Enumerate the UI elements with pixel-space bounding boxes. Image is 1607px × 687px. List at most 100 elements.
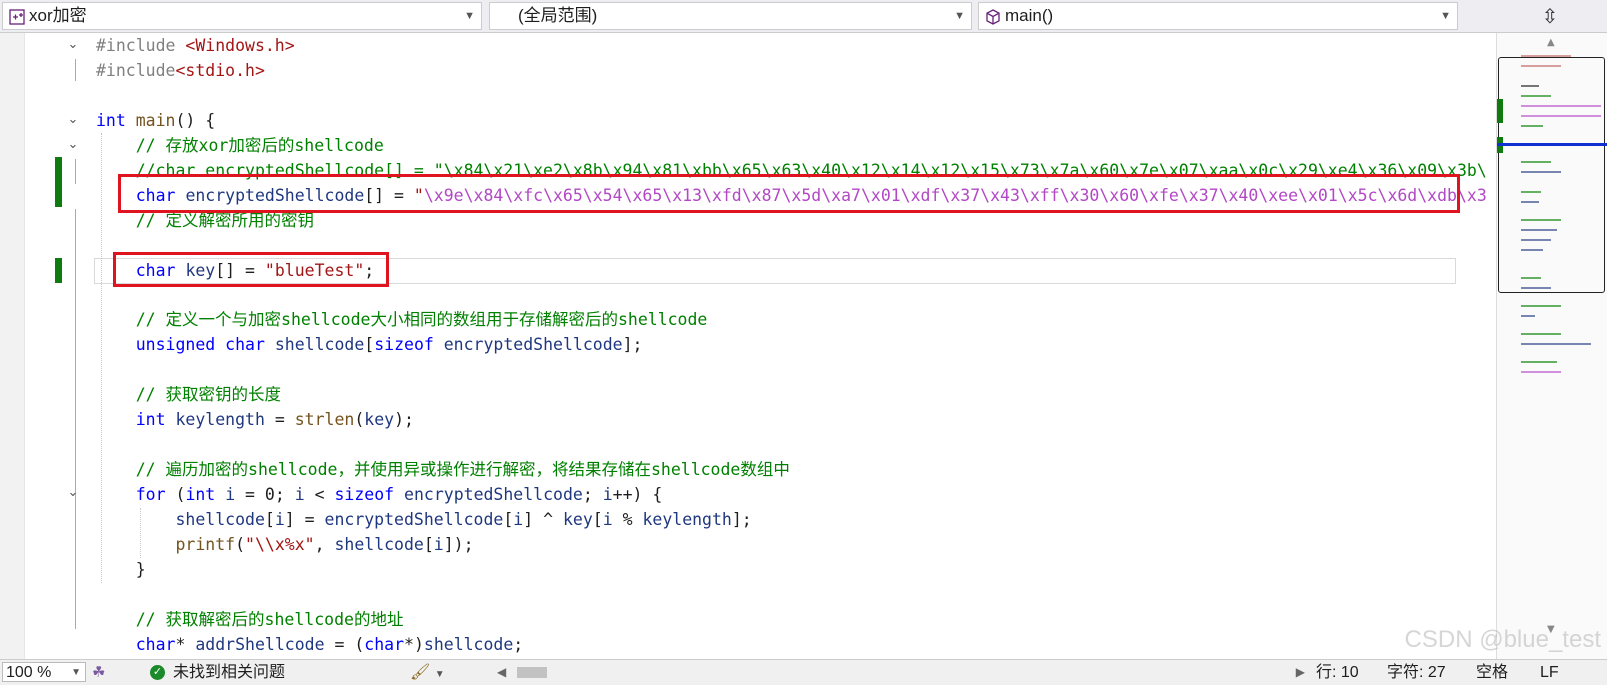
line-indicator[interactable]: 行: 10: [1316, 660, 1359, 685]
code-token: int: [135, 410, 166, 430]
minimap-line: [1521, 315, 1535, 317]
scroll-right-icon[interactable]: ▶: [1296, 660, 1305, 685]
code-token: = 0;: [235, 485, 295, 505]
code-line[interactable]: printf("\\x%x", shellcode[i]);: [96, 532, 474, 557]
code-token: keylength: [175, 410, 265, 430]
code-editor[interactable]: #include <Windows.h> #include<stdio.h> int…: [96, 33, 1496, 659]
code-line[interactable]: unsigned char shellcode[sizeof encrypted…: [96, 332, 643, 357]
code-line[interactable]: #include <Windows.h>: [96, 33, 295, 58]
code-token: shellcode: [274, 335, 365, 355]
minimap-line: [1521, 333, 1561, 335]
code-token: ] ^: [523, 510, 563, 530]
code-token: "\\x%x": [245, 535, 315, 554]
code-line[interactable]: shellcode[i] = encryptedShellcode[i] ^ k…: [96, 507, 752, 532]
code-line[interactable]: for (int i = 0; i < sizeof encryptedShel…: [96, 482, 663, 507]
code-token: ];: [731, 510, 752, 530]
scroll-left-icon[interactable]: ◀: [497, 660, 506, 685]
fold-toggle-icon[interactable]: ⌄: [65, 485, 81, 500]
caret-position-marker: [1497, 143, 1607, 146]
code-token: );: [394, 410, 414, 430]
code-line[interactable]: // 获取解密后的shellcode的地址: [96, 607, 404, 632]
issues-text: 未找到相关问题: [173, 664, 286, 681]
code-line[interactable]: char* addrShellcode = (char*)shellcode;: [96, 632, 523, 657]
code-token: char: [135, 634, 176, 654]
minimap-line: [1521, 239, 1551, 241]
code-line[interactable]: // 获取密钥的长度: [96, 382, 281, 407]
minimap-line: [1521, 201, 1539, 203]
minimap-line: [1521, 305, 1561, 307]
project-dropdown[interactable]: xor加密 ▼: [2, 2, 482, 30]
code-cleanup-icon[interactable]: 🖌 ▼: [410, 660, 445, 687]
fold-toggle-icon[interactable]: ⌄: [65, 137, 81, 152]
char-indicator[interactable]: 字符: 27: [1387, 660, 1446, 685]
split-window-button[interactable]: ⇳: [1495, 2, 1605, 30]
code-token: sizeof: [334, 485, 395, 505]
code-token: (: [165, 485, 186, 505]
code-token: <Windows.h>: [185, 36, 295, 55]
code-token: ;: [513, 634, 524, 654]
code-token: shellcode: [334, 535, 424, 554]
code-token: (: [354, 410, 365, 430]
code-token: char: [364, 634, 405, 654]
code-token: i: [513, 510, 524, 530]
code-line[interactable]: #include<stdio.h>: [96, 58, 265, 83]
member-dropdown[interactable]: main() ▼: [978, 2, 1458, 30]
code-token: keylength: [642, 510, 732, 530]
member-label: main(): [1005, 6, 1054, 25]
code-token: <: [304, 485, 335, 505]
issues-indicator[interactable]: ✓ 未找到相关问题: [150, 660, 285, 685]
cube-icon: [985, 7, 1001, 25]
code-token: encryptedShellcode: [324, 510, 504, 530]
code-token: ];: [622, 335, 643, 355]
code-token: [: [423, 535, 434, 554]
minimap-line: [1521, 55, 1571, 57]
code-token: [: [364, 335, 375, 355]
code-token: ]);: [443, 535, 474, 554]
intellicode-icon[interactable]: ☘: [92, 660, 105, 685]
code-line[interactable]: // 存放xor加密后的shellcode: [96, 133, 384, 158]
code-token: <stdio.h>: [175, 60, 265, 80]
code-token: = (: [324, 634, 365, 654]
code-token: [: [592, 510, 603, 530]
whitespace-indicator[interactable]: 空格: [1476, 660, 1508, 685]
code-line[interactable]: int keylength = strlen(key);: [96, 407, 414, 432]
code-line[interactable]: int main() {: [96, 108, 215, 133]
fold-toggle-icon[interactable]: ⌄: [65, 112, 81, 127]
minimap-scrollbar[interactable]: ▲ ▼: [1496, 33, 1607, 659]
code-token: ,: [314, 535, 335, 554]
code-token: () {: [175, 110, 216, 130]
change-indicator: [55, 157, 62, 207]
change-marker: [1497, 99, 1503, 123]
minimap-line: [1521, 105, 1601, 107]
code-token: i: [602, 510, 613, 530]
line-ending-indicator[interactable]: LF: [1540, 660, 1559, 685]
minimap-viewport[interactable]: [1498, 57, 1605, 293]
minimap-line: [1521, 125, 1543, 127]
watermark: CSDN @blue_test: [1404, 626, 1601, 653]
code-line[interactable]: // 遍历加密的shellcode，并使用异或操作进行解密，将结果存储在shel…: [96, 457, 790, 482]
code-token: main: [135, 110, 176, 130]
scope-dropdown[interactable]: (全局范围) ▼: [489, 2, 972, 30]
horizontal-scrollbar[interactable]: ◀ ▶: [497, 665, 1305, 679]
code-token: ++) {: [612, 485, 663, 505]
split-icon: ⇳: [1541, 4, 1559, 28]
check-circle-icon: ✓: [150, 665, 165, 681]
chevron-down-icon: ▼: [954, 10, 965, 22]
code-token: shellcode: [175, 510, 265, 530]
minimap-line: [1521, 115, 1601, 117]
code-line[interactable]: }: [96, 557, 146, 582]
code-line[interactable]: // 定义一个与加密shellcode大小相同的数组用于存储解密后的shellc…: [96, 307, 708, 332]
indicator-margin[interactable]: [0, 33, 25, 659]
code-token: [: [264, 510, 275, 530]
scroll-up-icon[interactable]: ▲: [1547, 37, 1555, 48]
horizontal-scroll-thumb[interactable]: [517, 667, 547, 678]
navigation-bar: xor加密 ▼ (全局范围) ▼ main() ▼ ⇳: [0, 0, 1607, 33]
fold-toggle-icon[interactable]: ⌄: [65, 37, 81, 52]
zoom-dropdown[interactable]: 100 % ▼: [2, 662, 86, 682]
